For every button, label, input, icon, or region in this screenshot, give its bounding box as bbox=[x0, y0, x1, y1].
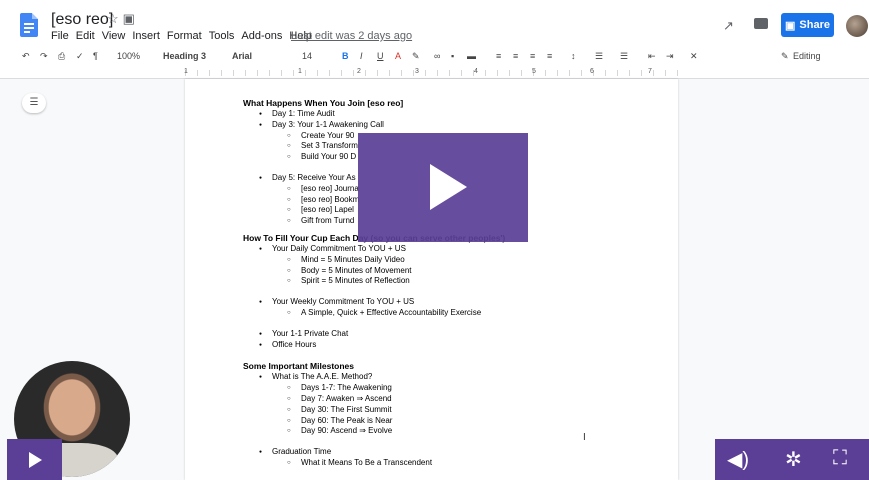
bullet-item: Graduation Time bbox=[243, 447, 663, 458]
decrease-indent-icon[interactable]: ⇤ bbox=[648, 51, 656, 62]
italic-icon[interactable]: I bbox=[360, 51, 363, 61]
ruler-label: 6 bbox=[590, 68, 594, 75]
highlight-icon[interactable]: ✎ bbox=[412, 51, 420, 62]
pencil-icon: ✎ bbox=[781, 51, 789, 61]
menu-bar: File Edit View Insert Format Tools Add-ons Help bbox=[51, 30, 312, 42]
align-left-icon[interactable]: ≡ bbox=[496, 51, 501, 61]
print-icon[interactable]: ⎙ bbox=[58, 51, 65, 62]
menu-insert[interactable]: Insert bbox=[132, 30, 160, 42]
ruler-label: 1 bbox=[298, 68, 302, 75]
lock-icon: ▣ bbox=[785, 19, 796, 32]
font-size-select[interactable]: 14 bbox=[302, 51, 312, 61]
bullet-item: Day 1: Time Audit bbox=[243, 109, 663, 120]
share-button[interactable]: ▣ Share bbox=[781, 13, 834, 37]
section-heading: Some Important Milestones bbox=[243, 361, 354, 372]
menu-view[interactable]: View bbox=[102, 30, 126, 42]
star-icon[interactable]: ☆ bbox=[107, 11, 123, 26]
bullet-item: Your Weekly Commitment To YOU + US bbox=[243, 297, 663, 308]
text-color-icon[interactable]: A bbox=[395, 51, 401, 61]
text-cursor-icon: I bbox=[583, 432, 586, 443]
increase-indent-icon[interactable]: ⇥ bbox=[666, 51, 674, 62]
menu-file[interactable]: File bbox=[51, 30, 69, 42]
document-outline-icon[interactable]: ☰ bbox=[22, 93, 46, 113]
sub-bullet-item: A Simple, Quick + Effective Accountabili… bbox=[243, 308, 663, 319]
bulleted-list-icon[interactable]: ☰ bbox=[620, 51, 628, 62]
sub-bullet-item: Day 90: Ascend ⇒ Evolve bbox=[243, 426, 663, 437]
docs-header: [eso reo] ☆▣ File Edit View Insert Format Too… bbox=[0, 0, 869, 46]
sub-bullet-item: What it Means To Be a Transcendent bbox=[243, 458, 663, 469]
insert-image-icon[interactable]: ▬ bbox=[467, 51, 476, 61]
bullet-item: Your Daily Commitment To YOU + US bbox=[243, 244, 663, 255]
sub-bullet-item: Day 30: The First Summit bbox=[243, 405, 663, 416]
bullet-item: What is The A.A.E. Method? bbox=[243, 372, 663, 383]
title-actions: ☆▣ bbox=[107, 11, 139, 27]
mini-play-button[interactable] bbox=[7, 439, 62, 480]
sub-bullet-item: Mind = 5 Minutes Daily Video bbox=[243, 255, 663, 266]
document-title[interactable]: [eso reo] bbox=[51, 11, 113, 29]
formatting-toolbar: ↶ ↷ ⎙ ✓ ¶ 100% Heading 3 Arial 14 B I U … bbox=[0, 46, 869, 69]
link-icon[interactable]: ∞ bbox=[434, 51, 440, 61]
menu-addons[interactable]: Add-ons bbox=[241, 30, 282, 42]
bullet-item: Your 1-1 Private Chat bbox=[243, 329, 663, 340]
paint-format-icon[interactable]: ¶ bbox=[93, 51, 98, 61]
ruler-label: 1 bbox=[184, 68, 188, 75]
spellcheck-icon[interactable]: ✓ bbox=[76, 51, 84, 62]
ruler-label: 7 bbox=[648, 68, 652, 75]
comment-icon[interactable] bbox=[754, 18, 768, 29]
fullscreen-icon[interactable]: ⛶ bbox=[833, 447, 847, 470]
undo-icon[interactable]: ↶ bbox=[22, 51, 30, 62]
font-select[interactable]: Arial bbox=[232, 51, 252, 61]
settings-icon[interactable]: ✲ bbox=[785, 447, 802, 472]
redo-icon[interactable]: ↷ bbox=[40, 51, 48, 62]
docs-logo-icon[interactable] bbox=[20, 13, 38, 37]
align-center-icon[interactable]: ≡ bbox=[513, 51, 518, 61]
volume-icon[interactable]: ◀) bbox=[727, 447, 749, 472]
sub-bullet-item: Spirit = 5 Minutes of Reflection bbox=[243, 276, 663, 287]
sub-bullet-item: Days 1-7: The Awakening bbox=[243, 383, 663, 394]
video-controls: ◀) ✲ ⛶ bbox=[715, 439, 869, 480]
clear-formatting-icon[interactable]: ✕ bbox=[690, 51, 698, 62]
ruler-label: 2 bbox=[357, 68, 361, 75]
activity-icon[interactable]: ↗ bbox=[723, 18, 734, 34]
line-spacing-icon[interactable]: ↕ bbox=[571, 51, 576, 61]
numbered-list-icon[interactable]: ☰ bbox=[595, 51, 603, 62]
folder-icon[interactable]: ▣ bbox=[123, 11, 139, 26]
section-heading: What Happens When You Join [eso reo] bbox=[243, 98, 404, 108]
underline-icon[interactable]: U bbox=[377, 51, 384, 61]
sub-bullet-item: Day 7: Awaken ⇒ Ascend bbox=[243, 394, 663, 405]
bullet-item: Office Hours bbox=[243, 340, 663, 351]
style-select[interactable]: Heading 3 bbox=[163, 51, 206, 61]
bullet-item: Day 3: Your 1-1 Awakening Call bbox=[243, 120, 663, 131]
ruler-label: 5 bbox=[532, 68, 536, 75]
align-right-icon[interactable]: ≡ bbox=[530, 51, 535, 61]
menu-tools[interactable]: Tools bbox=[209, 30, 235, 42]
last-edit-link[interactable]: Last edit was 2 days ago bbox=[291, 30, 412, 42]
ruler-label: 3 bbox=[415, 68, 419, 75]
play-icon[interactable] bbox=[430, 164, 467, 210]
zoom-select[interactable]: 100% bbox=[117, 51, 140, 61]
editing-mode-select[interactable]: Editing bbox=[793, 51, 821, 61]
menu-format[interactable]: Format bbox=[167, 30, 202, 42]
bold-icon[interactable]: B bbox=[342, 51, 349, 61]
sub-bullet-item: Day 60: The Peak is Near bbox=[243, 416, 663, 427]
ruler[interactable]: 1 1 2 3 4 5 6 7 bbox=[0, 68, 869, 79]
menu-edit[interactable]: Edit bbox=[76, 30, 95, 42]
sub-bullet-item: Body = 5 Minutes of Movement bbox=[243, 266, 663, 277]
avatar[interactable] bbox=[846, 15, 868, 37]
justify-icon[interactable]: ≡ bbox=[547, 51, 552, 61]
insert-comment-icon[interactable]: ▪ bbox=[451, 51, 454, 61]
ruler-label: 4 bbox=[474, 68, 478, 75]
share-label: Share bbox=[799, 19, 830, 31]
